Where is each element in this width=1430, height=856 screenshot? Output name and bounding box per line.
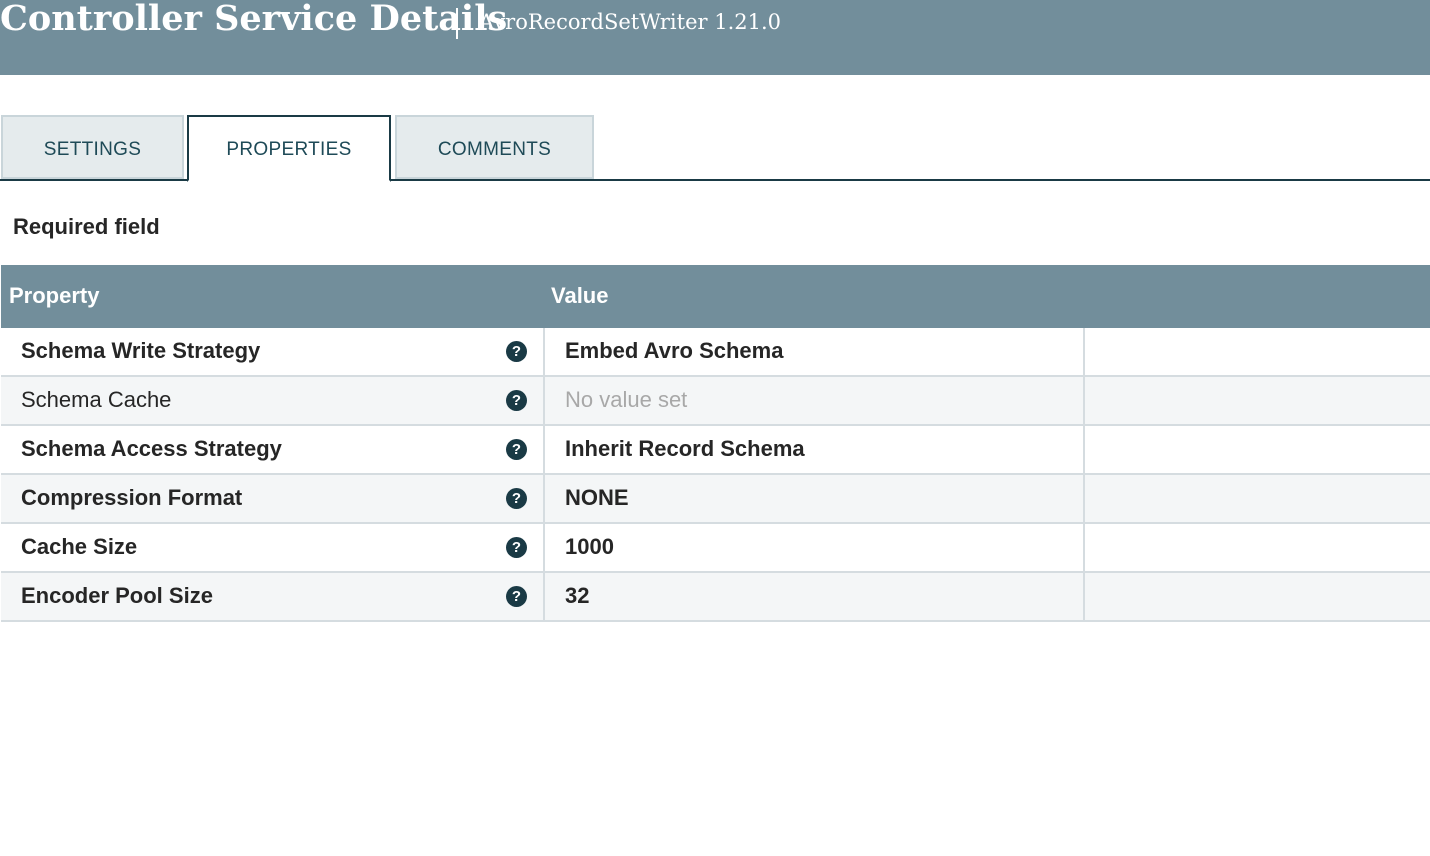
question-circle-icon[interactable]: ? — [506, 586, 527, 607]
tab-settings[interactable]: SETTINGS — [1, 115, 184, 179]
property-value[interactable]: No value set — [565, 387, 687, 413]
column-divider — [543, 328, 545, 375]
required-field-legend: Required field — [13, 214, 160, 239]
column-header-value[interactable]: Value — [551, 283, 608, 309]
question-circle-icon[interactable]: ? — [506, 488, 527, 509]
row-actions-cell — [1085, 328, 1430, 375]
row-actions-cell — [1085, 573, 1430, 620]
tab-properties[interactable]: PROPERTIES — [187, 115, 391, 182]
column-divider — [543, 377, 545, 424]
question-circle-icon[interactable]: ? — [506, 341, 527, 362]
property-value[interactable]: Inherit Record Schema — [565, 436, 805, 462]
property-value[interactable]: Embed Avro Schema — [565, 338, 783, 364]
table-row[interactable]: Schema Write Strategy? Embed Avro Schema — [1, 328, 1430, 377]
properties-table: Property Value Schema Write Strategy? Emb… — [1, 265, 1430, 622]
column-divider — [543, 573, 545, 620]
property-name: Cache Size — [21, 534, 138, 559]
table-row[interactable]: Schema Cache? No value set — [1, 377, 1430, 426]
property-name: Schema Write Strategy — [21, 338, 261, 363]
column-header-property[interactable]: Property — [9, 283, 99, 309]
question-circle-icon[interactable]: ? — [506, 390, 527, 411]
table-row[interactable]: Cache Size? 1000 — [1, 524, 1430, 573]
question-circle-icon[interactable]: ? — [506, 439, 527, 460]
row-actions-cell — [1085, 426, 1430, 473]
table-header: Property Value — [1, 265, 1430, 328]
property-name: Compression Format — [21, 485, 243, 510]
row-actions-cell — [1085, 377, 1430, 424]
row-actions-cell — [1085, 475, 1430, 522]
column-divider — [543, 475, 545, 522]
title-divider — [456, 8, 458, 39]
property-value[interactable]: NONE — [565, 485, 629, 511]
row-actions-cell — [1085, 524, 1430, 571]
property-value[interactable]: 1000 — [565, 534, 614, 560]
property-name: Schema Access Strategy — [21, 436, 282, 461]
table-row[interactable]: Encoder Pool Size? 32 — [1, 573, 1430, 622]
column-divider — [543, 524, 545, 571]
table-row[interactable]: Schema Access Strategy? Inherit Record Sc… — [1, 426, 1430, 475]
table-row[interactable]: Compression Format? NONE — [1, 475, 1430, 524]
column-divider — [543, 426, 545, 473]
service-type-version: AvroRecordSetWriter 1.21.0 — [479, 10, 782, 34]
dialog-title: Controller Service Details — [0, 0, 508, 39]
property-name: Encoder Pool Size — [21, 583, 213, 608]
property-value[interactable]: 32 — [565, 583, 589, 609]
tab-comments[interactable]: COMMENTS — [395, 115, 594, 179]
dialog-header: Controller Service Details AvroRecordSet… — [0, 0, 1430, 75]
question-circle-icon[interactable]: ? — [506, 537, 527, 558]
property-name: Schema Cache — [21, 387, 172, 412]
